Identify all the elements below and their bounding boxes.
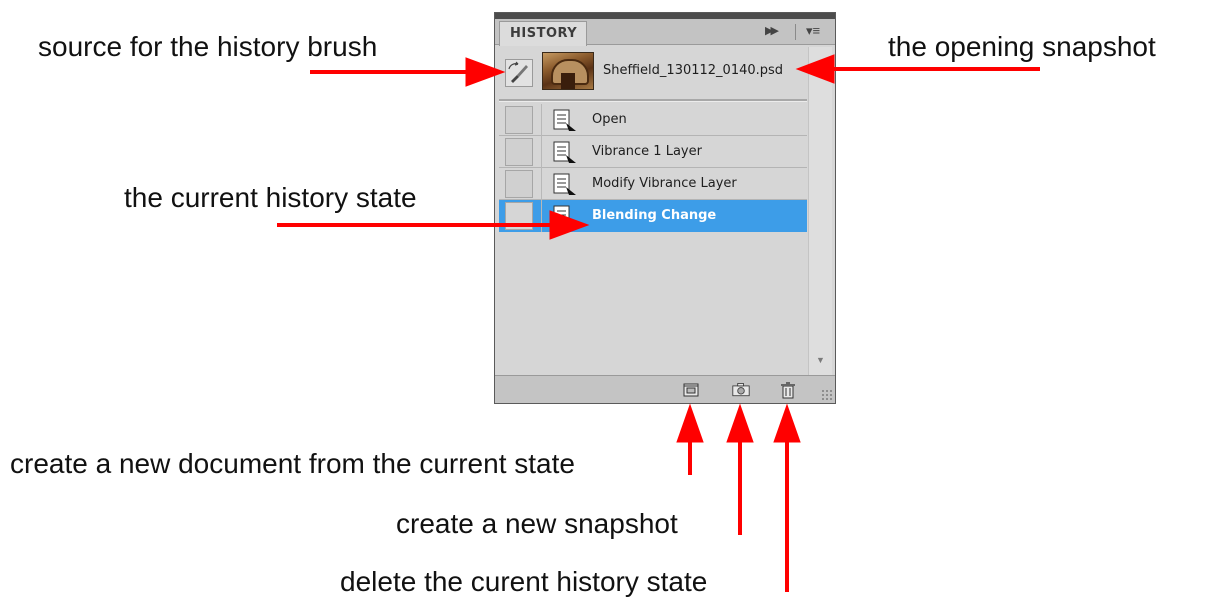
annotation-arrows — [277, 54, 1040, 592]
arrow-source-brush-head — [465, 57, 506, 87]
arrow-new-snapshot-head — [726, 403, 754, 443]
arrow-opening-snapshot-head — [795, 54, 835, 84]
arrow-new-document-head — [676, 403, 704, 443]
arrow-current-state-head — [549, 210, 590, 240]
arrow-delete-state-head — [773, 403, 801, 443]
